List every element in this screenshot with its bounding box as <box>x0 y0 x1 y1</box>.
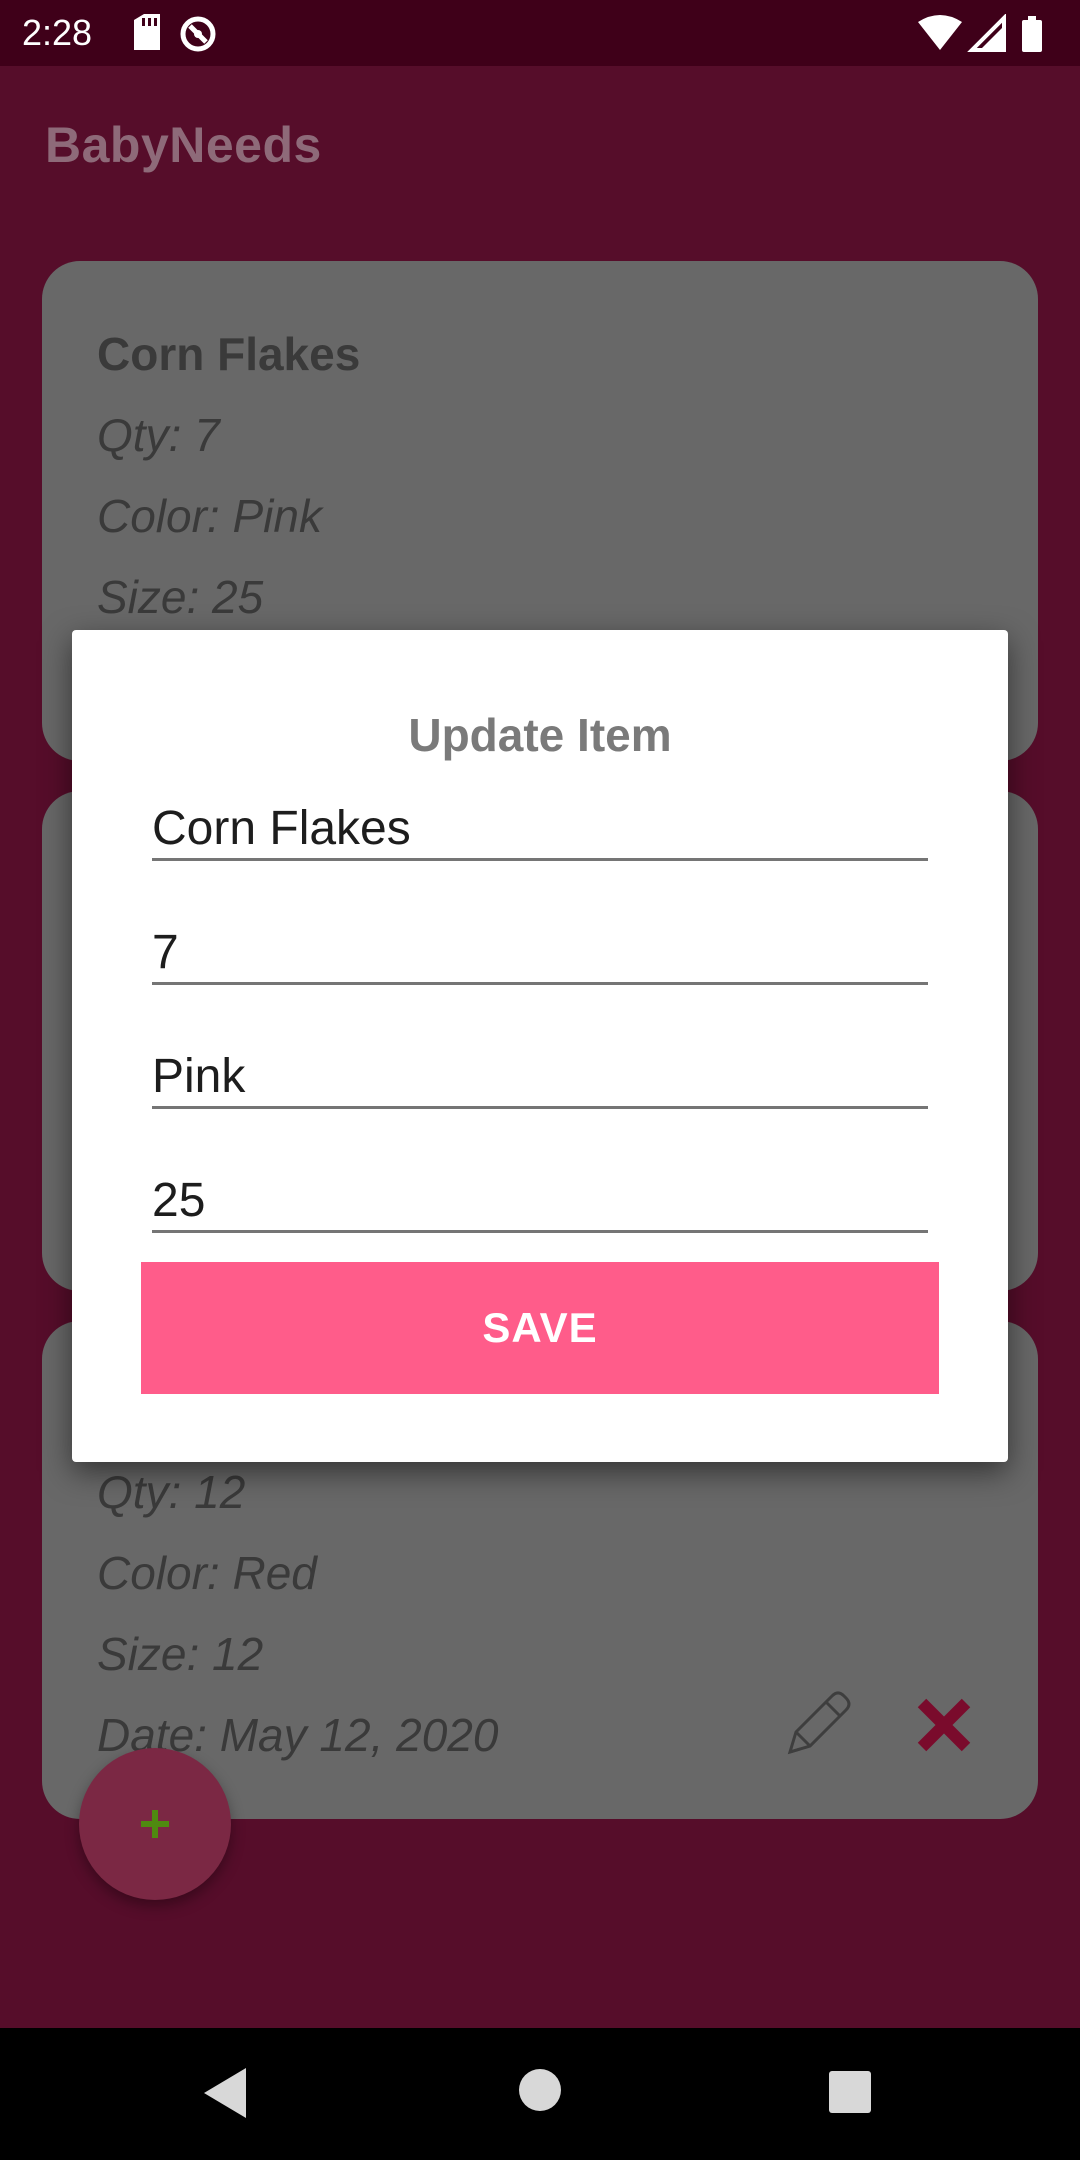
recents-button[interactable] <box>828 2070 872 2119</box>
card-item-qty: Qty: 7 <box>97 409 220 461</box>
status-time: 2:28 <box>22 12 93 53</box>
delete-x-icon[interactable] <box>914 1695 974 1760</box>
item-name-field[interactable] <box>152 798 928 861</box>
wifi-icon <box>918 15 962 50</box>
add-item-fab[interactable] <box>79 1748 231 1900</box>
dialog-title: Update Item <box>408 709 672 761</box>
item-size-field[interactable] <box>152 1170 928 1233</box>
edit-pencil-icon[interactable] <box>780 1686 856 1767</box>
navigation-bar <box>0 2028 1080 2160</box>
item-color-field[interactable] <box>152 1046 928 1109</box>
sd-card-icon <box>134 14 160 50</box>
status-left-icons <box>130 14 220 59</box>
card-item-size: Size: 25 <box>97 571 264 623</box>
back-button[interactable] <box>200 2066 250 2125</box>
update-item-dialog: Update Item SAVE <box>72 630 1008 1462</box>
cellular-icon <box>967 13 1006 52</box>
app-bar: BabyNeeds <box>0 66 1080 226</box>
app-title: BabyNeeds <box>45 117 322 173</box>
status-right-icons <box>918 13 1058 59</box>
home-circle-icon <box>519 2069 561 2111</box>
plus-icon <box>141 1810 169 1838</box>
sync-icon <box>180 16 216 52</box>
card-item-color: Color: Red <box>97 1547 317 1599</box>
back-triangle-icon <box>204 2068 246 2118</box>
save-button[interactable]: SAVE <box>141 1262 939 1394</box>
recents-square-icon <box>829 2071 871 2113</box>
card-item-size: Size: 12 <box>97 1628 264 1680</box>
battery-icon <box>1022 16 1042 52</box>
item-quantity-field[interactable] <box>152 922 928 985</box>
card-item-color: Color: Pink <box>97 490 322 542</box>
card-item-qty: Qty: 12 <box>97 1466 246 1518</box>
home-button[interactable] <box>518 2068 562 2117</box>
card-item-name: Corn Flakes <box>97 328 361 380</box>
status-bar: 2:28 <box>0 0 1080 66</box>
